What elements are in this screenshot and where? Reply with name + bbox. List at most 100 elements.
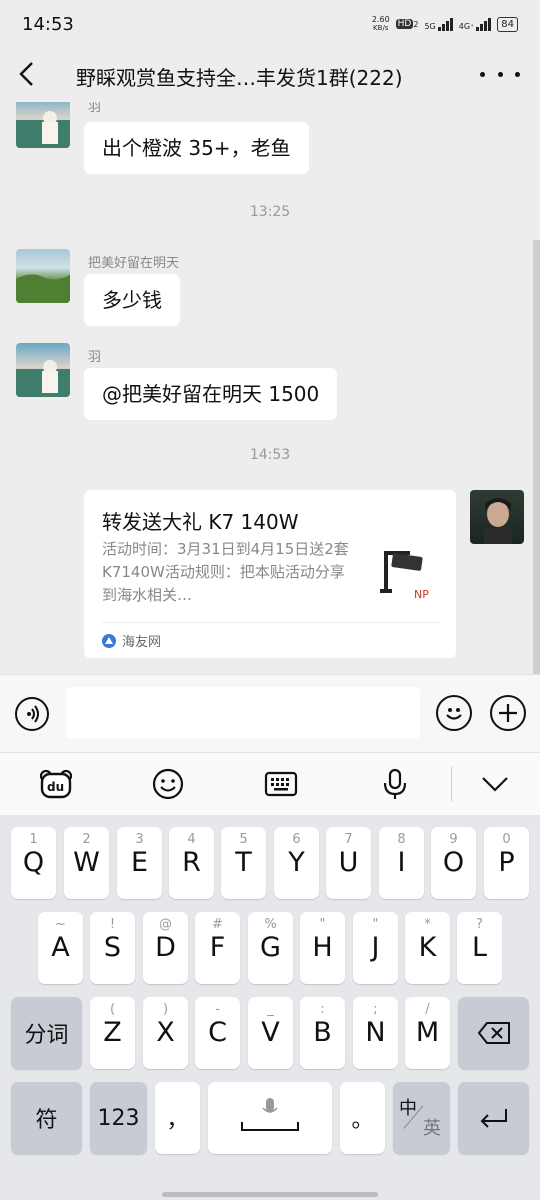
key-t[interactable]: 5T: [221, 827, 266, 899]
timestamp: 13:25: [249, 204, 291, 220]
keyboard-icon: [264, 771, 298, 797]
key-e[interactable]: 3E: [117, 827, 162, 899]
scrollbar[interactable]: [533, 240, 540, 674]
back-button[interactable]: [14, 60, 42, 88]
key-f[interactable]: # F: [195, 912, 240, 984]
message-bubble[interactable]: 出个橙波 35+，老鱼: [84, 122, 309, 174]
more-button[interactable]: [480, 60, 520, 88]
comma-key[interactable]: ，: [155, 1082, 200, 1154]
battery-icon: 84: [497, 16, 518, 32]
smile-icon: [446, 708, 462, 720]
status-bar: 14:53 2.60 KB/s HD 2 5G 4G⁺ 84: [0, 0, 540, 50]
key-z[interactable]: (Z: [90, 997, 135, 1069]
message-bubble[interactable]: 多少钱: [84, 274, 180, 326]
key-y[interactable]: 6Y: [274, 827, 319, 899]
key-c[interactable]: -C: [195, 997, 240, 1069]
space-mic-icon: [241, 1098, 299, 1131]
svg-text:du: du: [47, 780, 64, 794]
key-b[interactable]: :B: [300, 997, 345, 1069]
key-a[interactable]: ~ A: [38, 912, 83, 984]
source-logo-icon: [102, 633, 116, 648]
card-thumbnail: NP: [370, 545, 434, 609]
key-o[interactable]: 9O: [431, 827, 476, 899]
plus-icon: [499, 704, 517, 722]
key-u[interactable]: 7U: [326, 827, 371, 899]
avatar-photo-icon: [16, 111, 70, 148]
key-w[interactable]: 2W: [64, 827, 109, 899]
backspace-icon: [477, 1022, 510, 1044]
keyboard: 1Q 2W 3E 4R 5T 6Y 7U 8I 9O 0P ~ A ! S @ D #…: [0, 815, 540, 1200]
smile-icon: [152, 768, 184, 800]
sender-name: 羽: [88, 350, 102, 365]
hd-icon: HD 2: [395, 19, 419, 29]
key-i[interactable]: 8I: [379, 827, 424, 899]
key-d[interactable]: @ D: [143, 912, 188, 984]
key-r[interactable]: 4R: [169, 827, 214, 899]
key-j[interactable]: " J: [353, 912, 398, 984]
keyboard-toolbar: du: [0, 752, 540, 815]
space-key[interactable]: [208, 1082, 332, 1154]
home-indicator[interactable]: [162, 1192, 378, 1197]
du-logo-icon: du: [39, 769, 73, 799]
number-key[interactable]: 123: [90, 1082, 147, 1154]
chat-title: 野睬观赏鱼支持全…丰发货1群(222): [76, 66, 403, 90]
card-title: 转发送大礼 K7 140W: [102, 510, 299, 534]
card-source: 海友网: [102, 631, 161, 650]
enter-icon: [480, 1109, 507, 1128]
chevron-down-icon: [482, 777, 508, 792]
key-x[interactable]: ) X: [143, 997, 188, 1069]
back-arrow-icon: [19, 62, 33, 86]
key-k[interactable]: * K: [405, 912, 450, 984]
toolbar-separator: [451, 767, 452, 801]
link-card[interactable]: 转发送大礼 K7 140W 活动时间：3月31日到4月15日送2套K7140W活…: [84, 490, 456, 658]
fenci-key[interactable]: 分词: [11, 997, 82, 1069]
add-button[interactable]: [490, 695, 526, 731]
key-p[interactable]: 0P: [484, 827, 529, 899]
my-avatar[interactable]: [470, 490, 524, 544]
key-g[interactable]: % G: [248, 912, 293, 984]
avatar[interactable]: [16, 343, 70, 397]
enter-key[interactable]: [458, 1082, 529, 1154]
voice-icon: [27, 705, 39, 723]
4g-signal-icon: 4G⁺: [459, 17, 492, 31]
keyboard-logo-button[interactable]: du: [39, 767, 73, 801]
backspace-key[interactable]: [458, 997, 529, 1069]
key-m[interactable]: / M: [405, 997, 450, 1069]
status-time: 14:53: [22, 14, 74, 35]
key-h[interactable]: " H: [300, 912, 345, 984]
card-divider: [102, 622, 440, 623]
key-v[interactable]: _ V: [248, 997, 293, 1069]
timestamp: 14:53: [249, 447, 291, 463]
symbol-key[interactable]: 符: [11, 1082, 82, 1154]
avatar[interactable]: [16, 102, 70, 148]
card-description: 活动时间：3月31日到4月15日送2套K7140W活动规则：把本贴活动分享到海水…: [102, 540, 349, 604]
key-l[interactable]: ? L: [457, 912, 502, 984]
key-q[interactable]: 1Q: [11, 827, 56, 899]
lamp-product-icon: NP: [380, 551, 429, 601]
emoji-button[interactable]: [436, 695, 472, 731]
source-name: 海友网: [122, 635, 162, 650]
voice-button[interactable]: [15, 697, 49, 731]
emoji-toolbar-button[interactable]: [151, 767, 185, 801]
sender-name: 把美好留在明天: [88, 256, 180, 271]
avatar-landscape-icon: [16, 274, 70, 303]
keyboard-switch-button[interactable]: [264, 767, 298, 801]
key-s[interactable]: ! S: [90, 912, 135, 984]
avatar[interactable]: [16, 249, 70, 303]
microphone-icon: [383, 768, 407, 799]
hide-keyboard-button[interactable]: [478, 767, 512, 801]
message-bubble[interactable]: @把美好留在明天 1500: [84, 368, 338, 420]
5g-signal-icon: 5G: [424, 17, 453, 31]
mic-toolbar-button[interactable]: [378, 767, 412, 801]
avatar-portrait-icon: [484, 498, 512, 544]
net-speed: 2.60 KB/s: [371, 15, 390, 32]
status-icons: 2.60 KB/s HD 2 5G 4G⁺ 84: [372, 15, 518, 33]
message-input[interactable]: [66, 687, 420, 739]
sender-name: 羽: [88, 102, 102, 115]
key-n[interactable]: ; N: [353, 997, 398, 1069]
input-bar: [0, 674, 540, 753]
language-switch-key[interactable]: 中 英: [393, 1082, 450, 1154]
chat-header: 野睬观赏鱼支持全…丰发货1群(222): [0, 50, 540, 102]
svg-text:NP: NP: [414, 588, 429, 601]
period-key[interactable]: 。: [340, 1082, 385, 1154]
